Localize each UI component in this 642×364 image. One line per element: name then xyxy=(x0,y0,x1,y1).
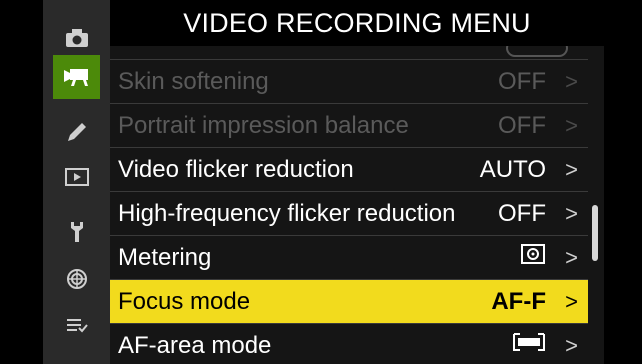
tab-playback[interactable] xyxy=(43,155,110,199)
tab-setup[interactable] xyxy=(43,210,110,254)
menu-item-value: AF-F xyxy=(491,287,546,315)
menu-item-af-area-mode[interactable]: AF-area mode > xyxy=(110,324,588,364)
menu-item-label: Metering xyxy=(118,243,212,271)
menu-item-value: OFF xyxy=(498,199,546,227)
tab-network[interactable] xyxy=(43,257,110,301)
matrix-metering-icon xyxy=(520,243,546,272)
camera-menu-screen: VIDEO RECORDING MENU Auto distortion con… xyxy=(43,0,604,364)
menu-item-label: Skin softening xyxy=(118,67,269,95)
menu-item-metering[interactable]: Metering > xyxy=(110,236,588,280)
tab-photo-shooting[interactable] xyxy=(43,16,110,60)
chevron-right-icon: > xyxy=(565,200,578,226)
my-menu-icon xyxy=(66,319,88,333)
menu-item-value: OFF xyxy=(498,67,546,95)
menu-item-value: AUTO xyxy=(479,155,546,183)
menu-item-label: Focus mode xyxy=(118,287,251,315)
tab-custom-settings[interactable] xyxy=(43,110,110,154)
menu-item-video-flicker-reduction[interactable]: Video flicker reduction AUTO > xyxy=(110,148,588,192)
menu-tab-sidebar xyxy=(43,0,110,364)
network-icon xyxy=(66,269,87,289)
wide-area-af-icon xyxy=(512,331,546,360)
video-camera-icon xyxy=(63,69,88,86)
scrollbar[interactable] xyxy=(592,205,598,261)
menu-item-value: OFF xyxy=(498,111,546,139)
chevron-right-icon: > xyxy=(565,68,578,94)
wrench-icon xyxy=(70,222,83,242)
pencil-icon xyxy=(67,123,86,141)
chevron-right-icon: > xyxy=(565,112,578,138)
menu-item-label: Video flicker reduction xyxy=(118,155,354,183)
chevron-right-icon: > xyxy=(565,332,578,358)
chevron-right-icon: > xyxy=(565,244,578,270)
menu-item-high-frequency-flicker-reduction[interactable]: High-frequency flicker reduction OFF > xyxy=(110,192,588,236)
menu-item-label: High-frequency flicker reduction xyxy=(118,199,456,227)
tab-my-menu[interactable] xyxy=(43,303,110,347)
menu-item-label: Portrait impression balance xyxy=(118,111,409,139)
chevron-right-icon: > xyxy=(565,156,578,182)
menu-item-label: AF-area mode xyxy=(118,331,272,359)
chevron-right-icon: > xyxy=(565,288,578,314)
playback-icon xyxy=(64,168,89,186)
menu-item-skin-softening[interactable]: Skin softening OFF > xyxy=(110,60,588,104)
camera-icon xyxy=(65,29,88,47)
menu-item-portrait-impression-balance[interactable]: Portrait impression balance OFF > xyxy=(110,104,588,148)
page-title: VIDEO RECORDING MENU xyxy=(110,0,604,46)
menu-item-focus-mode[interactable]: Focus mode AF-F > xyxy=(110,280,588,324)
menu-list: Auto distortion control Skin softening O… xyxy=(110,25,588,364)
tab-video-recording[interactable] xyxy=(53,55,100,99)
